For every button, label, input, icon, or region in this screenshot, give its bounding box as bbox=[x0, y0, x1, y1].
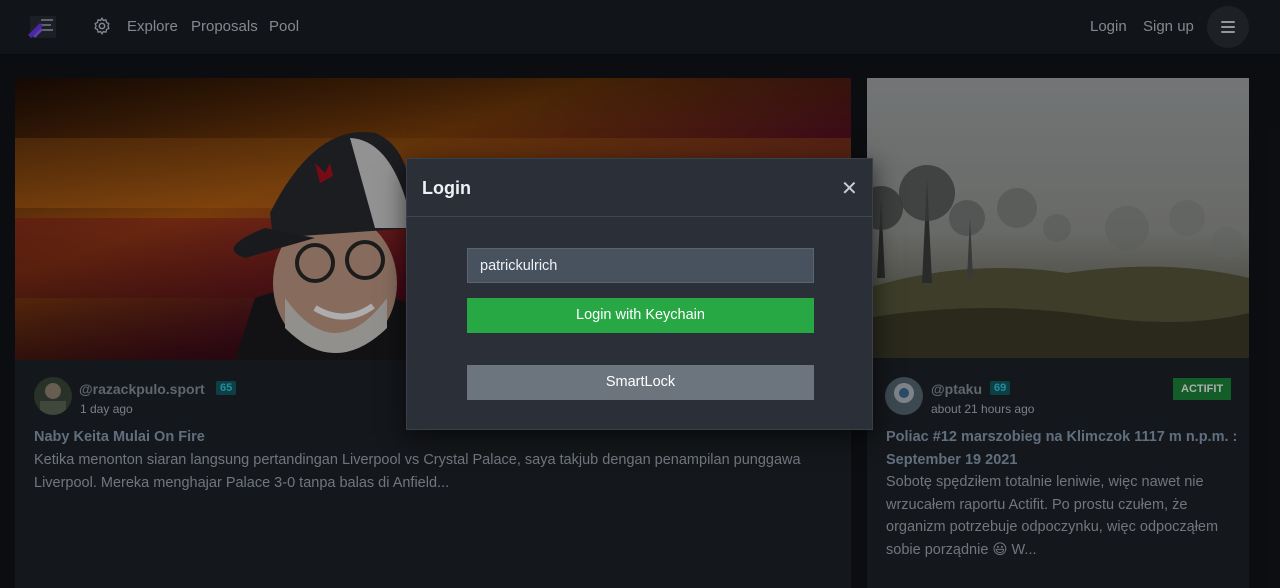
username-input[interactable] bbox=[467, 248, 814, 283]
modal-divider bbox=[407, 216, 872, 217]
login-with-keychain-button[interactable]: Login with Keychain bbox=[467, 298, 814, 333]
smartlock-button[interactable]: SmartLock bbox=[467, 365, 814, 400]
login-modal: Login ✕ Login with Keychain SmartLock bbox=[406, 158, 873, 430]
modal-title: Login bbox=[422, 178, 471, 198]
close-icon[interactable]: ✕ bbox=[841, 176, 858, 201]
